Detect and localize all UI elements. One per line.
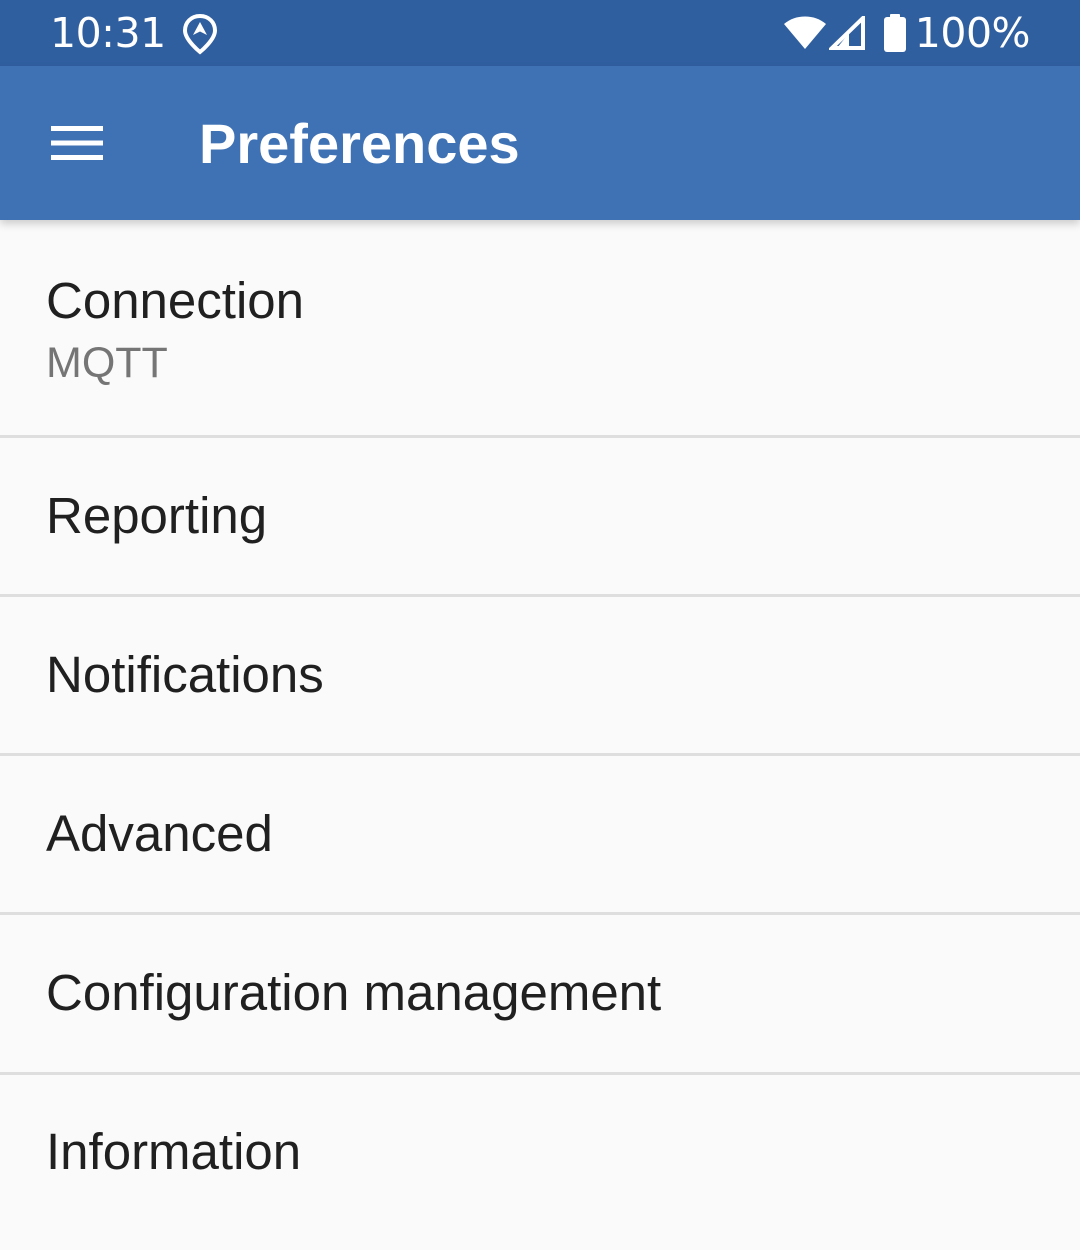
pref-title: Reporting xyxy=(46,487,268,544)
location-icon xyxy=(182,13,218,55)
pref-summary: MQTT xyxy=(46,339,168,387)
app-bar: Preferences xyxy=(0,66,1080,220)
pref-title: Information xyxy=(46,1123,302,1180)
pref-item-information[interactable]: Information xyxy=(0,1075,1080,1245)
pref-item-configuration-management[interactable]: Configuration management xyxy=(0,915,1080,1075)
pref-item-notifications[interactable]: Notifications xyxy=(0,597,1080,756)
pref-title: Connection xyxy=(46,272,305,329)
pref-title: Configuration management xyxy=(46,964,662,1021)
menu-button[interactable] xyxy=(40,110,114,176)
pref-title: Notifications xyxy=(46,646,324,703)
status-bar: 10:31 100% xyxy=(0,0,1080,66)
wifi-icon xyxy=(783,16,826,49)
battery-percentage: 100% xyxy=(914,9,1031,57)
status-icons: 100% xyxy=(783,8,1031,58)
pref-item-connection[interactable]: Connection MQTT xyxy=(0,220,1080,438)
preference-list: Connection MQTT Reporting Notifications … xyxy=(0,220,1080,1245)
pref-item-reporting[interactable]: Reporting xyxy=(0,438,1080,597)
cell-signal-icon xyxy=(828,16,865,50)
hamburger-menu-icon xyxy=(51,126,103,160)
pref-title: Advanced xyxy=(46,805,273,862)
pref-item-advanced[interactable]: Advanced xyxy=(0,756,1080,915)
page-title: Preferences xyxy=(199,112,520,175)
status-time: 10:31 xyxy=(50,9,166,57)
battery-icon xyxy=(883,14,906,52)
